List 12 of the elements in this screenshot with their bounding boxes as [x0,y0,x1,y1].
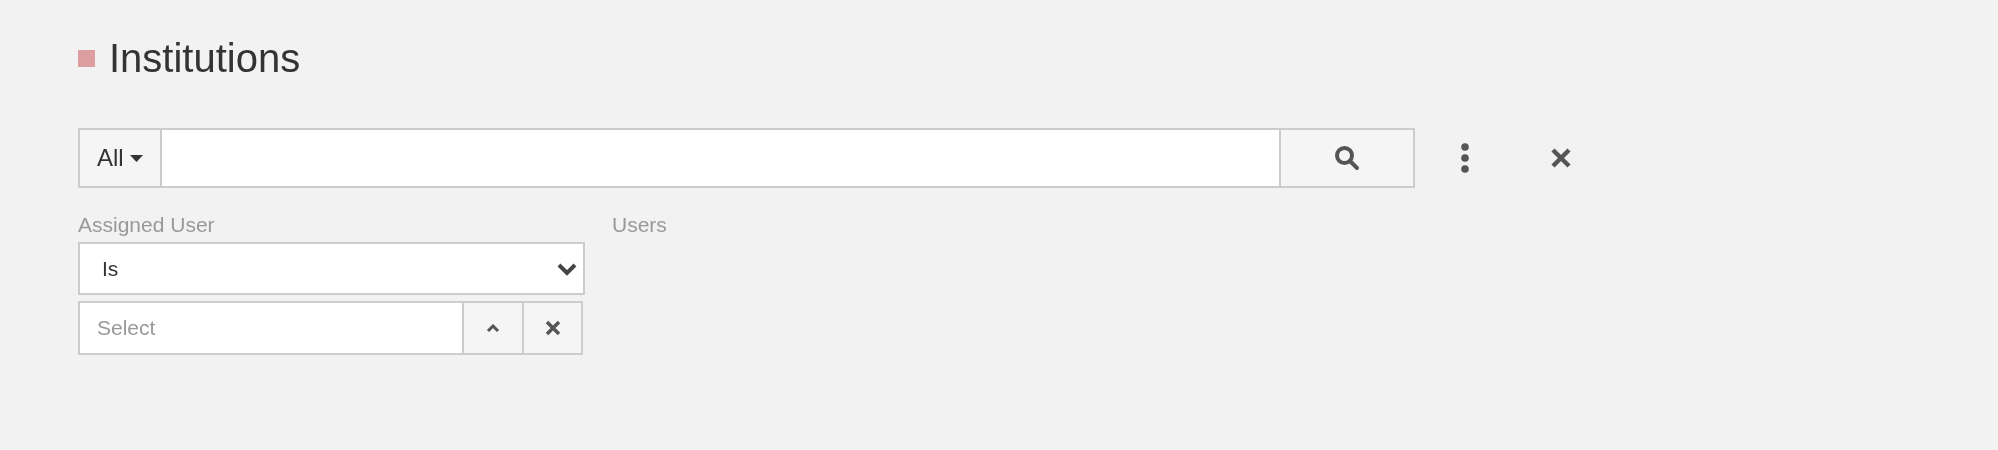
filter-label: Assigned User [78,212,216,238]
users-label: Users [612,212,667,238]
operator-select[interactable]: Is [78,242,585,295]
more-icon [1460,143,1470,173]
chevron-up-icon [486,323,500,333]
value-field[interactable]: Select [78,301,462,355]
chevron-down-icon [557,261,577,276]
clear-button[interactable] [522,301,583,355]
close-icon [1550,147,1572,169]
close-icon [544,320,561,336]
page-title: Institutions [109,38,301,78]
title-marker-icon [78,49,95,67]
